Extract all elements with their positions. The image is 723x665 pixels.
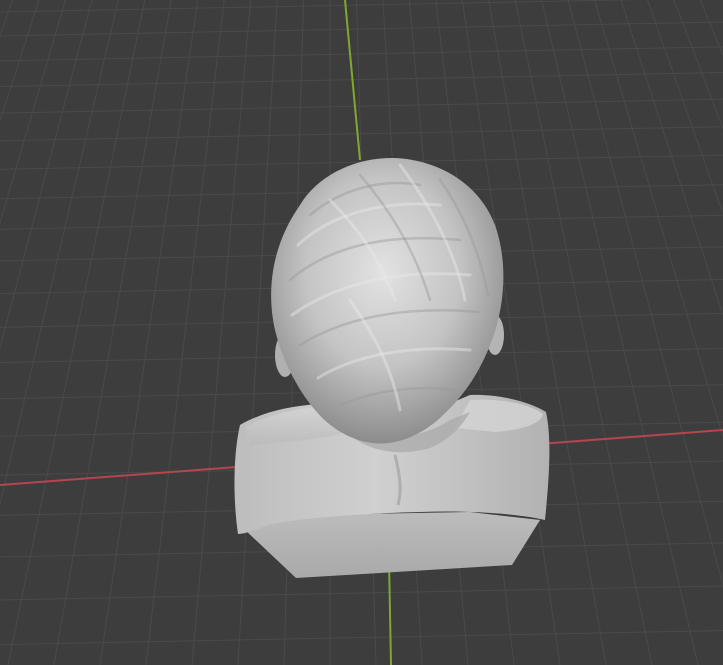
3d-viewport[interactable] xyxy=(0,0,723,665)
